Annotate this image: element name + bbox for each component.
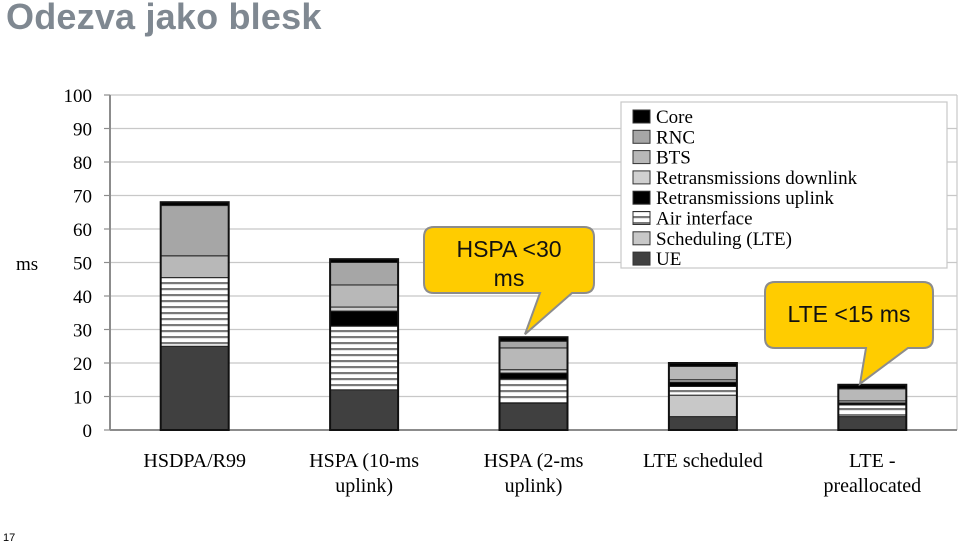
legend-swatch (632, 211, 651, 225)
legend-label: UE (656, 249, 681, 270)
bar-segment-air-interface (499, 378, 568, 404)
bar-segment-ue (499, 402, 568, 431)
bar-segment-rnc (329, 262, 399, 286)
y-tick-label: 50 (73, 254, 92, 275)
y-tick-label: 0 (83, 421, 93, 442)
x-category-label: LTE -preallocated (823, 450, 921, 497)
callout: HSPA <30 ms (423, 226, 595, 335)
bar-segment-retransmissions-downlink (499, 369, 568, 374)
y-tick-label: 40 (73, 287, 92, 308)
bar-segment-bts (499, 347, 568, 371)
y-tick-labels: 0 10 20 30 40 50 60 70 80 90 100 (64, 86, 93, 442)
bar-segment-ue (329, 389, 399, 431)
bar-segment-ue (160, 345, 230, 431)
x-category-label: LTE scheduled (643, 450, 763, 472)
y-tick-label: 70 (73, 187, 92, 208)
bar-segment-bts (160, 255, 230, 279)
legend-label: Core (656, 107, 693, 128)
legend-label: Air interface (656, 209, 753, 230)
bar-segment-bts (668, 365, 738, 381)
callout-text: LTE <15 ms (788, 301, 911, 327)
legend-swatch (632, 190, 651, 205)
y-tick-label: 20 (73, 354, 92, 375)
bar-segment-ue (837, 416, 907, 431)
bar-segment-rnc (499, 340, 568, 349)
bar-stack (837, 383, 908, 431)
legend-swatch (632, 170, 651, 185)
x-category-labels: HSDPA/R99 HSPA (10-ms uplink) HSPA (2-ms upl… (143, 450, 921, 497)
bar-segment-scheduling-lte (668, 394, 738, 418)
bar-segment-air-interface (668, 385, 738, 396)
y-tick-label: 90 (73, 120, 92, 141)
bar-segment-rnc (160, 205, 230, 257)
legend-label: RNC (656, 127, 695, 148)
legend-swatch (632, 150, 651, 165)
legend-label: Retransmissions uplink (656, 188, 834, 209)
bar-segment-air-interface (329, 325, 399, 391)
legend-label: Scheduling (LTE) (656, 229, 792, 250)
stacked-bar-chart: 0 10 20 30 40 50 60 70 80 90 100 HSDPA/R99 HSPA (10… (16, 86, 958, 497)
bar-stack (159, 201, 230, 431)
x-category-label: HSPA (10-ms uplink) (309, 450, 419, 497)
bar-segment-air-interface (837, 404, 907, 418)
bar-segment-retransmissions-downlink (329, 306, 399, 312)
legend-swatch (632, 129, 651, 144)
bar-stack (667, 362, 738, 431)
x-category-label: HSDPA/R99 (143, 450, 246, 472)
legend-swatch (632, 109, 651, 124)
callout: LTE <15 ms (764, 281, 934, 387)
y-axis-label: ms (16, 254, 38, 275)
legend-label: Retransmissions downlink (656, 168, 858, 189)
y-tick-label: 80 (73, 153, 92, 174)
legend-swatch (632, 231, 651, 246)
callout-bubble (764, 281, 934, 387)
bar-segment-ue (668, 416, 738, 431)
bar-segment-bts (329, 284, 399, 308)
bar-stack (329, 258, 400, 431)
legend-swatch (632, 251, 651, 266)
y-tick-label: 30 (73, 321, 92, 342)
bar-segment-retransmissions-uplink (329, 310, 399, 327)
legend: CoreRNCBTSRetransmissions downlinkRetran… (620, 101, 948, 270)
y-tick-label: 60 (73, 220, 92, 241)
y-tick-label: 100 (64, 86, 93, 107)
bar-stack (498, 336, 569, 431)
bar-segment-air-interface (160, 277, 230, 347)
legend-label: BTS (656, 148, 691, 169)
x-category-label: HSPA (2-ms uplink) (484, 450, 584, 497)
bar-segment-bts (837, 388, 907, 402)
bar-segment-retransmissions-uplink (668, 381, 738, 387)
bar-segment-retransmissions-uplink (499, 372, 568, 380)
y-tick-label: 10 (73, 388, 92, 409)
